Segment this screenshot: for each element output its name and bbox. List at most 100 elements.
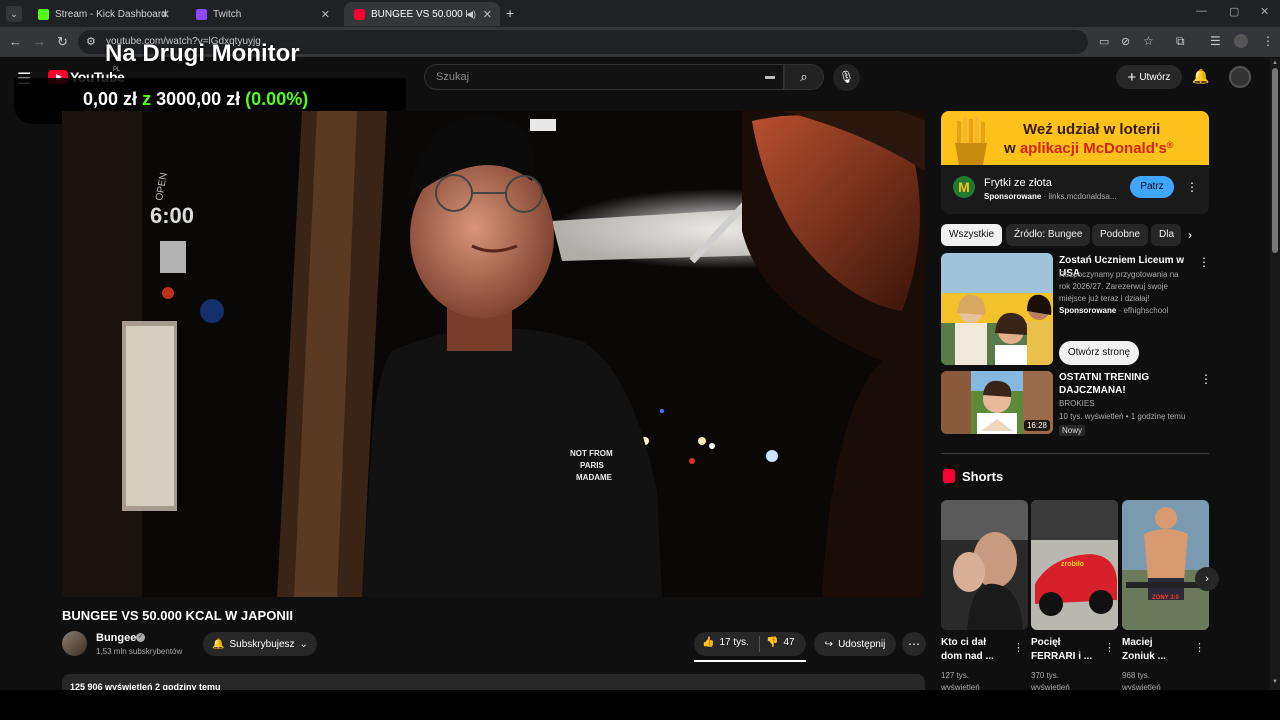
ad-menu-icon[interactable]: ⋮ <box>1186 180 1198 194</box>
rec-menu-icon[interactable]: ⋮ <box>1200 372 1212 386</box>
sponsored-label: Sponsorowane <box>1059 306 1117 315</box>
rec-thumbnail-1[interactable] <box>941 253 1053 365</box>
open-site-button[interactable]: Otwórz stronę <box>1059 341 1139 365</box>
tab-kick-dashboard[interactable]: Stream - Kick Dashboard ✕ <box>28 2 178 26</box>
search-button[interactable]: ⌕ <box>784 64 824 90</box>
goal-percent: (0.00%) <box>245 89 309 109</box>
short-menu-icon[interactable]: ⋮ <box>1104 641 1115 654</box>
short-thumbnail-2[interactable]: zrobiło <box>1031 500 1118 630</box>
duration-badge: 16:28 <box>1023 420 1050 431</box>
share-icon: ↪ <box>824 638 834 650</box>
channel-avatar[interactable] <box>62 631 87 656</box>
rec-thumbnail-2[interactable]: 16:28 <box>941 371 1053 434</box>
sponsored-label: Sponsorowane <box>984 192 1042 201</box>
short-thumbnail-3[interactable]: ZONY 3:0 <box>1122 500 1209 630</box>
like-button[interactable]: 👍 17 tys. <box>702 637 749 648</box>
close-tab-icon[interactable]: ✕ <box>321 8 330 21</box>
more-actions-button[interactable]: ⋯ <box>902 632 926 656</box>
minimize-icon[interactable]: — <box>1196 5 1207 17</box>
rec-channel-2[interactable]: BROKIES <box>1059 398 1095 410</box>
highschool-thumbnail <box>941 253 1053 365</box>
rec-menu-icon[interactable]: ⋮ <box>1198 255 1210 269</box>
like-separator <box>759 636 760 652</box>
keyboard-icon[interactable]: ▬ <box>765 71 775 82</box>
short-thumbnail-1[interactable] <box>941 500 1028 630</box>
ad-watch-button[interactable]: Patrz <box>1130 176 1174 198</box>
short-1-image <box>941 500 1028 630</box>
ad-banner[interactable]: Weź udział w loterii w aplikacji McDonal… <box>941 111 1209 165</box>
search-input[interactable]: Szukaj ▬ <box>424 64 784 90</box>
like-ratio-bar <box>694 660 806 662</box>
close-tab-icon[interactable]: ✕ <box>483 8 492 21</box>
chip-all[interactable]: Wszystkie <box>941 224 1002 246</box>
forward-icon[interactable]: → <box>33 34 46 49</box>
chip-source[interactable]: Źródło: Bungee <box>1006 224 1091 246</box>
short-title-1[interactable]: Kto ci dał dom nad ... <box>941 636 1007 664</box>
short-2-image: zrobiło <box>1031 500 1118 630</box>
close-tab-icon[interactable]: ✕ <box>161 8 170 21</box>
chevron-right-icon[interactable]: › <box>1188 228 1192 242</box>
mcdonalds-logo-icon: M <box>953 176 975 198</box>
microphone-icon: 🎙 <box>838 70 855 84</box>
voice-search-button[interactable]: 🎙 <box>833 64 860 91</box>
short-menu-icon[interactable]: ⋮ <box>1013 641 1024 654</box>
short-menu-icon[interactable]: ⋮ <box>1194 641 1205 654</box>
tab-search-dropdown[interactable]: ⌄ <box>6 6 22 22</box>
dislike-button[interactable]: 👎 47 <box>766 637 795 648</box>
extensions-icon[interactable]: ⧉ <box>1176 34 1185 49</box>
site-info-icon[interactable]: ⚙ <box>86 35 96 48</box>
chip-for-you[interactable]: Dla <box>1151 224 1181 246</box>
page-scrollbar[interactable] <box>1270 58 1280 690</box>
kick-favicon-icon <box>38 8 49 20</box>
ad-headline-brand: aplikacji McDonald's <box>1019 140 1167 157</box>
tab-label: Stream - Kick Dashboard <box>55 8 167 20</box>
close-window-icon[interactable]: ✕ <box>1260 5 1269 18</box>
sponsored-ad-card[interactable]: Weź udział w loterii w aplikacji McDonal… <box>941 111 1209 214</box>
channel-name[interactable]: Bungee <box>96 632 136 644</box>
bookmark-star-icon[interactable]: ☆ <box>1143 34 1154 48</box>
video-title: BUNGEE VS 50.000 KCAL W JAPONII <box>62 608 293 623</box>
rec-meta-2: 10 tys. wyświetleń • 1 godzinę temu <box>1059 412 1186 421</box>
share-button[interactable]: ↪ Udostępnij <box>814 632 896 656</box>
new-tab-button[interactable]: + <box>506 5 514 21</box>
shorts-icon <box>943 469 955 483</box>
scroll-up-icon[interactable]: ▲ <box>1272 60 1278 66</box>
tab-youtube-video[interactable]: BUNGEE VS 50.000 KCAL W ◀) ✕ <box>344 2 500 26</box>
shorts-heading: Shorts <box>962 469 1004 484</box>
back-icon[interactable]: ← <box>9 34 22 49</box>
like-count: 17 tys. <box>719 637 749 648</box>
video-player[interactable]: OPEN 6:00 NOT FROM PARIS MADAME <box>62 111 925 597</box>
subscribed-button[interactable]: 🔔 Subskrybujesz ⌄ <box>203 632 317 656</box>
verified-icon: ✓ <box>136 633 145 642</box>
fries-icon <box>955 117 987 165</box>
profile-icon[interactable] <box>1234 34 1248 48</box>
overlay-title: Na Drugi Monitor <box>105 40 300 67</box>
short-title-3[interactable]: Maciej Zoniuk ... <box>1122 636 1188 664</box>
short-title-2[interactable]: Pocięł FERRARI i ... <box>1031 636 1097 664</box>
tab-twitch[interactable]: Twitch ✕ <box>186 2 338 26</box>
eye-off-icon[interactable]: ⊘ <box>1121 35 1130 48</box>
ad-meta: Sponsorowane · links.mcdonaldsa... <box>984 192 1117 201</box>
audio-playing-icon[interactable]: ◀) <box>466 9 476 20</box>
dislike-count: 47 <box>783 637 795 648</box>
reading-list-icon[interactable]: ☰ <box>1210 34 1221 48</box>
rec-title-2[interactable]: OSTATNI TRENING DAJCZMANA! <box>1059 371 1179 397</box>
short-2-caption: zrobiło <box>1061 561 1084 568</box>
shorts-next-button[interactable]: › <box>1195 567 1219 591</box>
search-placeholder: Szukaj <box>436 71 470 83</box>
notifications-bell-icon[interactable]: 🔔 <box>1192 68 1209 85</box>
account-avatar[interactable] <box>1229 66 1251 88</box>
create-button[interactable]: + Utwórz <box>1116 65 1182 89</box>
reload-icon[interactable]: ↻ <box>57 34 68 50</box>
cast-icon[interactable]: ▭ <box>1099 35 1109 48</box>
scrollbar-thumb[interactable] <box>1272 68 1278 253</box>
filter-chips: Wszystkie Źródło: Bungee Podobne Dla <box>941 224 1209 246</box>
scroll-down-icon[interactable]: ▼ <box>1272 679 1278 685</box>
browser-menu-icon[interactable]: ⋮ <box>1262 34 1274 48</box>
ad-headline-prefix: w <box>1004 140 1020 157</box>
chevron-down-icon: ⌄ <box>299 638 308 650</box>
ad-headline-1: Weź udział w loterii <box>1023 121 1161 138</box>
tab-label: BUNGEE VS 50.000 KCAL W <box>371 8 467 20</box>
restore-icon[interactable]: ▢ <box>1229 5 1239 18</box>
chip-similar[interactable]: Podobne <box>1092 224 1149 246</box>
